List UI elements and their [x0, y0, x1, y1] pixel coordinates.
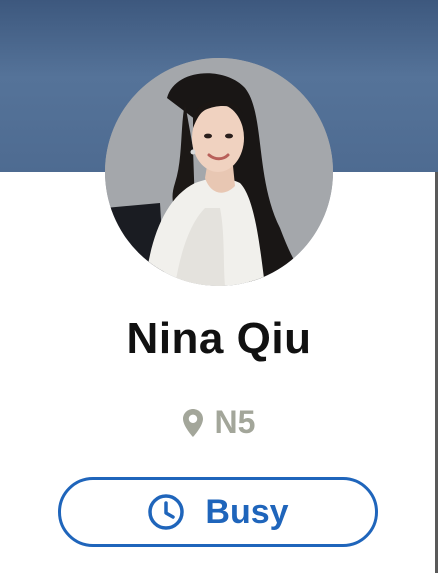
profile-name: Nina Qiu: [126, 314, 312, 363]
status-button[interactable]: Busy: [58, 477, 378, 547]
avatar: [105, 58, 333, 286]
map-pin-icon: [182, 408, 203, 437]
clock-icon: [148, 494, 185, 530]
profile-location: N5: [0, 404, 438, 441]
status-label: Busy: [205, 492, 289, 531]
profile-card: Nina Qiu N5 Busy: [0, 0, 438, 573]
location-label: N5: [214, 404, 256, 440]
